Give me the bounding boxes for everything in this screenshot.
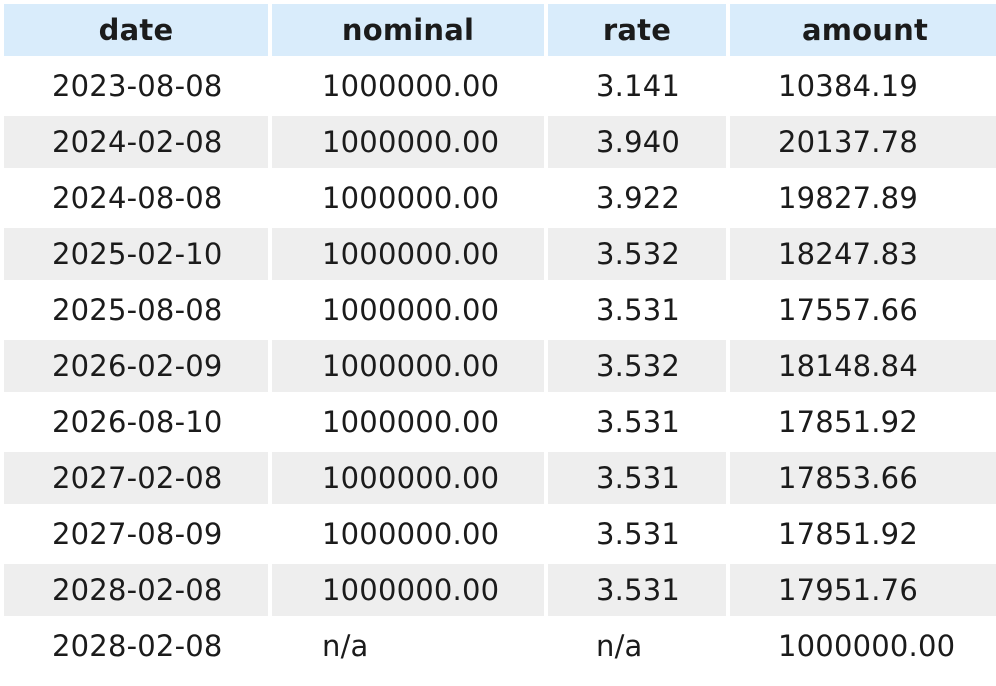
table-body: 2023-08-08 1000000.00 3.141 10384.19 202… xyxy=(4,60,996,672)
cell-nominal: 1000000.00 xyxy=(272,228,544,280)
cell-amount: 20137.78 xyxy=(730,116,996,168)
header-date[interactable]: date xyxy=(4,4,268,56)
header-rate[interactable]: rate xyxy=(548,4,726,56)
table-row: 2027-02-08 1000000.00 3.531 17853.66 xyxy=(4,452,996,504)
cell-amount: 17851.92 xyxy=(778,405,918,439)
cell-rate: 3.940 xyxy=(548,116,726,168)
cell-rate: 3.531 xyxy=(596,293,681,327)
cell-rate: n/a xyxy=(596,629,643,663)
cell-amount: 17557.66 xyxy=(778,293,918,327)
cell-nominal: n/a xyxy=(322,629,369,663)
cell-rate: 3.531 xyxy=(548,452,726,504)
cell-amount: 19827.89 xyxy=(778,181,918,215)
cell-nominal: 1000000.00 xyxy=(322,517,500,551)
table-row: 2024-02-08 1000000.00 3.940 20137.78 xyxy=(4,116,996,168)
table-row: 2028-02-08 1000000.00 3.531 17951.76 xyxy=(4,564,996,616)
cashflow-table: date nominal rate amount 2023-08-08 1000… xyxy=(0,0,996,676)
cell-date: 2026-08-10 xyxy=(52,405,223,439)
cell-date: 2024-02-08 xyxy=(4,116,268,168)
cell-nominal: 1000000.00 xyxy=(272,452,544,504)
cell-nominal: 1000000.00 xyxy=(272,564,544,616)
cell-nominal: 1000000.00 xyxy=(322,181,500,215)
cell-nominal: 1000000.00 xyxy=(322,69,500,103)
table-header: date nominal rate amount xyxy=(4,4,996,56)
cell-amount: 18247.83 xyxy=(730,228,996,280)
header-amount[interactable]: amount xyxy=(730,4,996,56)
cell-rate: 3.531 xyxy=(548,564,726,616)
table-row: 2027-08-09 1000000.00 3.531 17851.92 xyxy=(4,508,996,560)
cell-rate: 3.531 xyxy=(596,517,681,551)
cell-date: 2027-08-09 xyxy=(52,517,223,551)
cell-date: 2023-08-08 xyxy=(52,69,223,103)
cell-amount: 17853.66 xyxy=(730,452,996,504)
cell-amount: 18148.84 xyxy=(730,340,996,392)
table-row: 2024-08-08 1000000.00 3.922 19827.89 xyxy=(4,172,996,224)
table-row: 2028-02-08 n/a n/a 1000000.00 xyxy=(4,620,996,672)
cell-date: 2027-02-08 xyxy=(4,452,268,504)
cell-date: 2028-02-08 xyxy=(4,564,268,616)
cell-rate: 3.531 xyxy=(596,405,681,439)
cell-amount: 10384.19 xyxy=(778,69,918,103)
cell-rate: 3.532 xyxy=(548,340,726,392)
cell-date: 2028-02-08 xyxy=(52,629,223,663)
cell-rate: 3.141 xyxy=(596,69,681,103)
cell-date: 2024-08-08 xyxy=(52,181,223,215)
cell-amount: 17951.76 xyxy=(730,564,996,616)
cashflow-table-container: date nominal rate amount 2023-08-08 1000… xyxy=(0,0,996,686)
cell-rate: 3.922 xyxy=(596,181,681,215)
cell-nominal: 1000000.00 xyxy=(272,340,544,392)
table-row: 2026-02-09 1000000.00 3.532 18148.84 xyxy=(4,340,996,392)
table-row: 2026-08-10 1000000.00 3.531 17851.92 xyxy=(4,396,996,448)
cell-rate: 3.532 xyxy=(548,228,726,280)
cell-date: 2025-02-10 xyxy=(4,228,268,280)
cell-nominal: 1000000.00 xyxy=(322,405,500,439)
header-nominal[interactable]: nominal xyxy=(272,4,544,56)
cell-date: 2025-08-08 xyxy=(52,293,223,327)
cell-nominal: 1000000.00 xyxy=(322,293,500,327)
cell-nominal: 1000000.00 xyxy=(272,116,544,168)
header-row: date nominal rate amount xyxy=(4,4,996,56)
table-row: 2023-08-08 1000000.00 3.141 10384.19 xyxy=(4,60,996,112)
table-row: 2025-02-10 1000000.00 3.532 18247.83 xyxy=(4,228,996,280)
cell-date: 2026-02-09 xyxy=(4,340,268,392)
cell-amount: 1000000.00 xyxy=(778,629,956,663)
cell-amount: 17851.92 xyxy=(778,517,918,551)
table-row: 2025-08-08 1000000.00 3.531 17557.66 xyxy=(4,284,996,336)
